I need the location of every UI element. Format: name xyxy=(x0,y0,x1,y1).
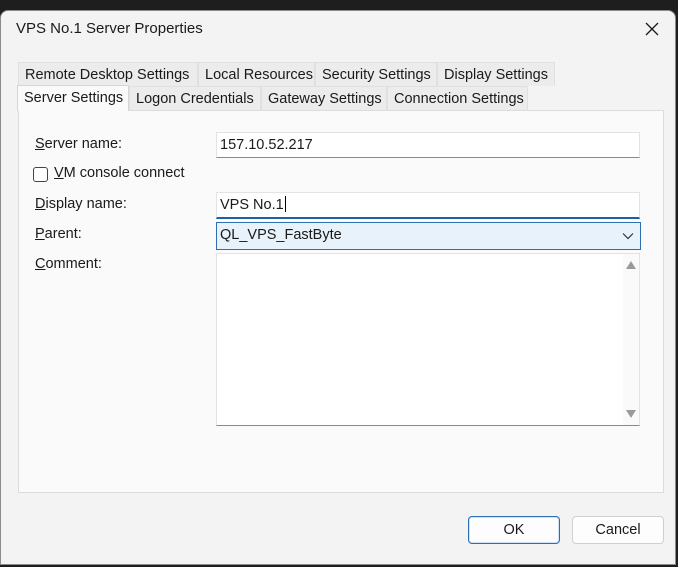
parent-label: Parent: xyxy=(35,226,82,242)
tab-strip: Remote Desktop Settings Local Resources … xyxy=(16,61,666,111)
vm-console-checkbox[interactable] xyxy=(33,167,48,182)
tab-remote-desktop-settings[interactable]: Remote Desktop Settings xyxy=(18,62,198,86)
chevron-down-icon xyxy=(622,223,634,249)
title-bar: VPS No.1 Server Properties xyxy=(1,11,675,49)
tab-display-settings[interactable]: Display Settings xyxy=(437,62,555,86)
server-properties-dialog: VPS No.1 Server Properties Remote Deskto… xyxy=(0,10,676,565)
scroll-up-icon[interactable] xyxy=(626,261,636,269)
server-name-input[interactable]: 157.10.52.217 xyxy=(216,132,640,158)
parent-select[interactable]: QL_VPS_FastByte xyxy=(216,222,641,250)
display-name-label: Display name: xyxy=(35,196,127,212)
tab-gateway-settings[interactable]: Gateway Settings xyxy=(261,86,387,110)
parent-select-value: QL_VPS_FastByte xyxy=(220,227,342,243)
ok-button[interactable]: OK xyxy=(468,516,560,544)
vm-console-label: VM console connect xyxy=(54,165,185,181)
comment-label: Comment: xyxy=(35,256,102,272)
text-caret xyxy=(284,196,286,212)
close-button[interactable] xyxy=(635,14,669,44)
server-settings-panel: Server name: 157.10.52.217 VM console co… xyxy=(18,110,664,493)
tab-connection-settings[interactable]: Connection Settings xyxy=(387,86,528,110)
window-title: VPS No.1 Server Properties xyxy=(16,20,203,37)
cancel-button[interactable]: Cancel xyxy=(572,516,664,544)
display-name-value: VPS No.1 xyxy=(220,197,284,213)
comment-textarea[interactable] xyxy=(216,253,640,426)
tab-local-resources[interactable]: Local Resources xyxy=(198,62,315,86)
comment-scrollbar[interactable] xyxy=(623,254,639,425)
close-icon xyxy=(645,22,659,36)
display-name-input[interactable]: VPS No.1 xyxy=(216,192,640,219)
tab-security-settings[interactable]: Security Settings xyxy=(315,62,437,86)
scroll-down-icon[interactable] xyxy=(626,410,636,418)
server-name-label: Server name: xyxy=(35,136,123,152)
tab-logon-credentials[interactable]: Logon Credentials xyxy=(129,86,261,110)
tab-server-settings[interactable]: Server Settings xyxy=(17,85,129,111)
